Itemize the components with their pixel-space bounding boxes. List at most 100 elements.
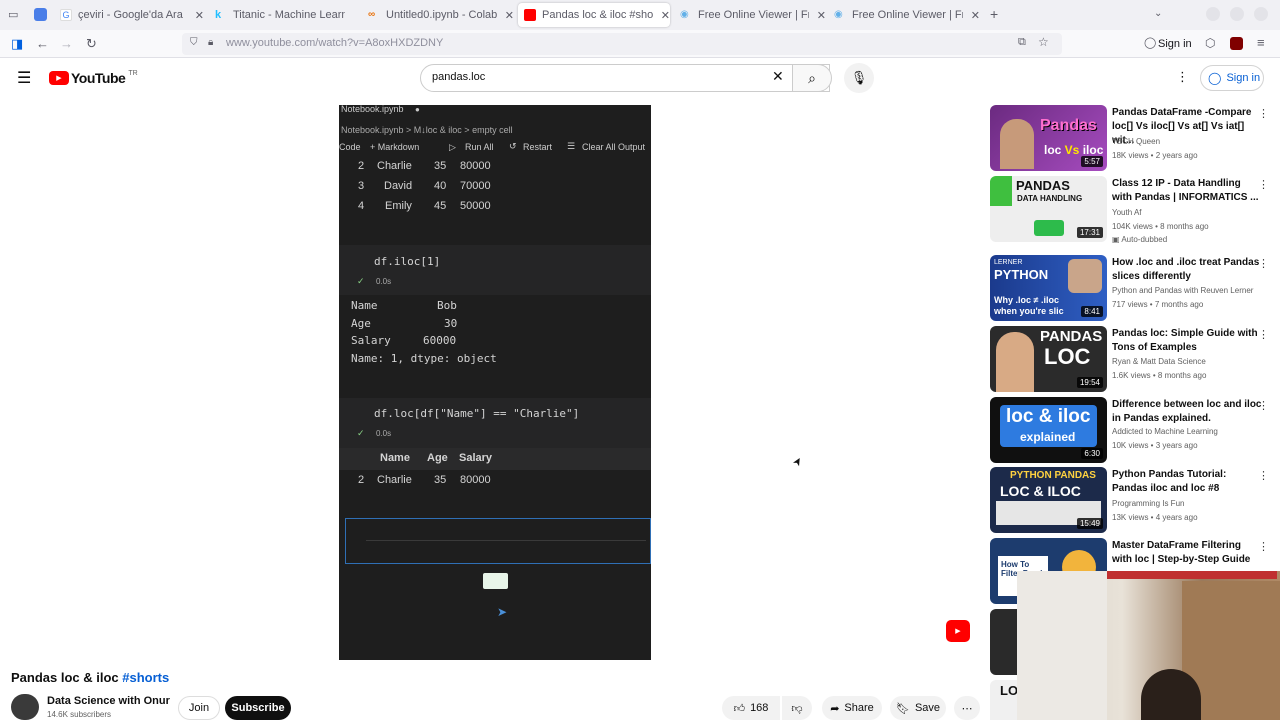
video-thumbnail[interactable]: LERNER PYTHON Why .loc ≠ .iloc when you'r… (990, 255, 1107, 321)
video-thumbnail[interactable]: loc & iloc explained 6:30 (990, 397, 1107, 463)
share-button[interactable]: ➦ Share (822, 696, 882, 720)
close-icon[interactable]: ✕ (817, 9, 826, 22)
sidebar-icon[interactable]: ◨ (11, 35, 23, 53)
channel-name[interactable]: Python and Pandas with Reuven Lerner (1112, 286, 1253, 295)
browser-tab-colab[interactable]: ∞ Untitled0.ipynb - Colab ✕ (362, 3, 514, 27)
channel-name[interactable]: Data Science with Onur (47, 695, 170, 707)
video-thumbnail[interactable]: LO (990, 680, 1018, 720)
recommendation-item[interactable]: PYTHON PANDAS LOC & ILOC 15:49 Python Pa… (990, 467, 1275, 533)
back-icon[interactable]: ← (36, 35, 49, 53)
more-vert-icon[interactable]: ⋮ (1258, 469, 1269, 482)
menu-icon[interactable]: ≡ (1257, 35, 1265, 50)
forward-icon[interactable]: → (60, 35, 73, 53)
bookmark-star-icon[interactable]: ☆ (1038, 35, 1049, 49)
more-vert-icon[interactable]: ⋮ (1176, 69, 1189, 85)
channel-name[interactable]: Programming Is Fun (1112, 499, 1184, 508)
recommendation-item[interactable]: LERNER PYTHON Why .loc ≠ .iloc when you'r… (990, 255, 1275, 321)
browser-tab-google[interactable]: G çeviri - Google'da Ara ✕ (54, 3, 204, 27)
join-button[interactable]: Join (178, 696, 220, 720)
video-title[interactable]: How .loc and .iloc treat Pandas slices d… (1112, 256, 1262, 284)
maximize-icon[interactable] (1230, 7, 1244, 21)
video-thumbnail[interactable]: PANDAS DATA HANDLING 17:31 (990, 176, 1107, 242)
close-icon[interactable]: ✕ (195, 9, 204, 22)
more-actions-button[interactable]: ⋯ (954, 696, 980, 720)
tab-title: Titanic - Machine Learning (233, 9, 345, 21)
lock-icon[interactable]: 🔒︎ (208, 37, 213, 48)
shield-icon[interactable]: ⛉ (190, 37, 198, 48)
new-tab-icon[interactable]: + (990, 6, 998, 22)
channel-name[interactable]: Youth Af (1112, 208, 1142, 217)
search-input[interactable]: pandas.loc (432, 71, 485, 83)
chevron-down-icon[interactable]: ⌄ (1154, 8, 1162, 19)
channel-avatar[interactable] (11, 694, 39, 720)
dislike-button[interactable]: 👎︎ (782, 696, 812, 720)
thumbnail-face (996, 332, 1034, 392)
browser-tab-youtube[interactable]: Pandas loc & iloc #shorts ✕ (518, 3, 670, 27)
url-bar[interactable]: ⛉ 🔒︎ www.youtube.com/watch?v=A8oxHXDZDNY… (182, 33, 1062, 55)
video-title[interactable]: Python Pandas Tutorial: Pandas iloc and … (1112, 468, 1262, 496)
voice-search-button[interactable]: 🎙︎ (844, 63, 874, 93)
video-player[interactable]: Notebook.ipynb ● Notebook.ipynb > M↓loc … (339, 105, 651, 660)
clear-search-icon[interactable]: ✕ (772, 68, 784, 85)
tab-list-icon[interactable]: ▭ (8, 8, 18, 21)
more-vert-icon[interactable]: ⋮ (1258, 257, 1269, 270)
google-icon: G (60, 9, 72, 21)
check-icon: ✓ (357, 428, 365, 438)
restart-button[interactable]: Restart (523, 142, 552, 152)
close-icon[interactable]: ✕ (661, 9, 670, 22)
browser-tab-kaggle[interactable]: k Titanic - Machine Learning (209, 3, 359, 27)
pinned-tab-icon[interactable] (34, 8, 47, 21)
channel-name[interactable]: TECH Queen (1112, 137, 1160, 146)
account-icon[interactable]: ◯ (1144, 36, 1156, 49)
video-thumbnail[interactable]: Pandas loc Vs iloc 5:57 (990, 105, 1107, 171)
clear-outputs-button[interactable]: Clear All Output (582, 142, 645, 152)
youtube-logo[interactable]: ▶ YouTube TR (49, 70, 138, 86)
markdown-button[interactable]: + Markdown (370, 142, 419, 152)
hamburger-menu-icon[interactable]: ☰ (17, 68, 31, 88)
recommendation-item[interactable]: PANDAS LOC 19:54 Pandas loc: Simple Guid… (990, 326, 1275, 392)
search-box[interactable]: pandas.loc ✕ (420, 64, 830, 92)
video-title[interactable]: Master DataFrame Filtering with loc | St… (1112, 539, 1262, 567)
video-thumbnail[interactable]: PYTHON PANDAS LOC & ILOC 15:49 (990, 467, 1107, 533)
notebook-breadcrumb: Notebook.ipynb > M↓loc & iloc > empty ce… (339, 123, 651, 137)
recommendation-item[interactable]: PANDAS DATA HANDLING 17:31 Class 12 IP -… (990, 176, 1275, 244)
video-thumbnail[interactable] (990, 609, 1018, 675)
subscribe-button[interactable]: Subscribe (225, 696, 291, 720)
recommendation-item[interactable]: loc & iloc explained 6:30 Difference bet… (990, 397, 1275, 463)
more-vert-icon[interactable]: ⋮ (1258, 328, 1269, 341)
hashtag-link[interactable]: #shorts (122, 670, 169, 685)
code-button[interactable]: Code (339, 142, 361, 152)
minimize-icon[interactable] (1206, 7, 1220, 21)
reload-icon[interactable]: ↻ (86, 35, 97, 53)
browser-tab-viewer-2[interactable]: ◉ Free Online Viewer | Free ✕ (828, 3, 980, 27)
more-vert-icon[interactable]: ⋮ (1258, 107, 1269, 120)
run-all-button[interactable]: Run All (465, 142, 494, 152)
browser-tab-viewer-1[interactable]: ◉ Free Online Viewer | Free ✕ (674, 3, 826, 27)
video-title[interactable]: Pandas loc: Simple Guide with Tons of Ex… (1112, 327, 1262, 355)
video-thumbnail[interactable]: PANDAS LOC 19:54 (990, 326, 1107, 392)
subscribe-watermark[interactable]: ▶ (946, 620, 970, 642)
code-cell-1[interactable]: df.iloc[1] ✓ 0.0s (339, 245, 651, 295)
save-button[interactable]: 🔖︎ Save (890, 696, 946, 720)
picture-in-picture-icon[interactable]: ⧉ (1018, 36, 1026, 49)
video-title[interactable]: Class 12 IP - Data Handling with Pandas … (1112, 177, 1262, 205)
like-button[interactable]: 👍︎ 168 (722, 696, 780, 720)
code-cell-2[interactable]: df.loc[df["Name"] == "Charlie"] ✓ 0.0s (339, 398, 651, 448)
channel-name[interactable]: Ryan & Matt Data Science (1112, 357, 1206, 366)
browser-sign-in[interactable]: Sign in (1158, 38, 1192, 50)
search-button[interactable]: ⌕ (792, 64, 832, 92)
channel-name[interactable]: Addicted to Machine Learning (1112, 427, 1218, 436)
more-vert-icon[interactable]: ⋮ (1258, 399, 1269, 412)
close-icon[interactable]: ✕ (971, 9, 980, 22)
empty-code-cell[interactable] (345, 518, 651, 564)
extensions-icon[interactable]: ⬡ (1205, 36, 1215, 50)
thumbnail-text: DATA HANDLING (1017, 194, 1083, 203)
more-vert-icon[interactable]: ⋮ (1258, 178, 1269, 191)
youtube-sign-in-button[interactable]: ◯ Sign in (1200, 65, 1264, 91)
close-window-icon[interactable] (1254, 7, 1268, 21)
more-vert-icon[interactable]: ⋮ (1258, 540, 1269, 553)
close-icon[interactable]: ✕ (505, 9, 514, 22)
ublock-icon[interactable] (1230, 37, 1243, 50)
recommendation-item[interactable]: Pandas loc Vs iloc 5:57 Pandas DataFrame… (990, 105, 1275, 171)
video-title[interactable]: Difference between loc and iloc in Panda… (1112, 398, 1262, 426)
